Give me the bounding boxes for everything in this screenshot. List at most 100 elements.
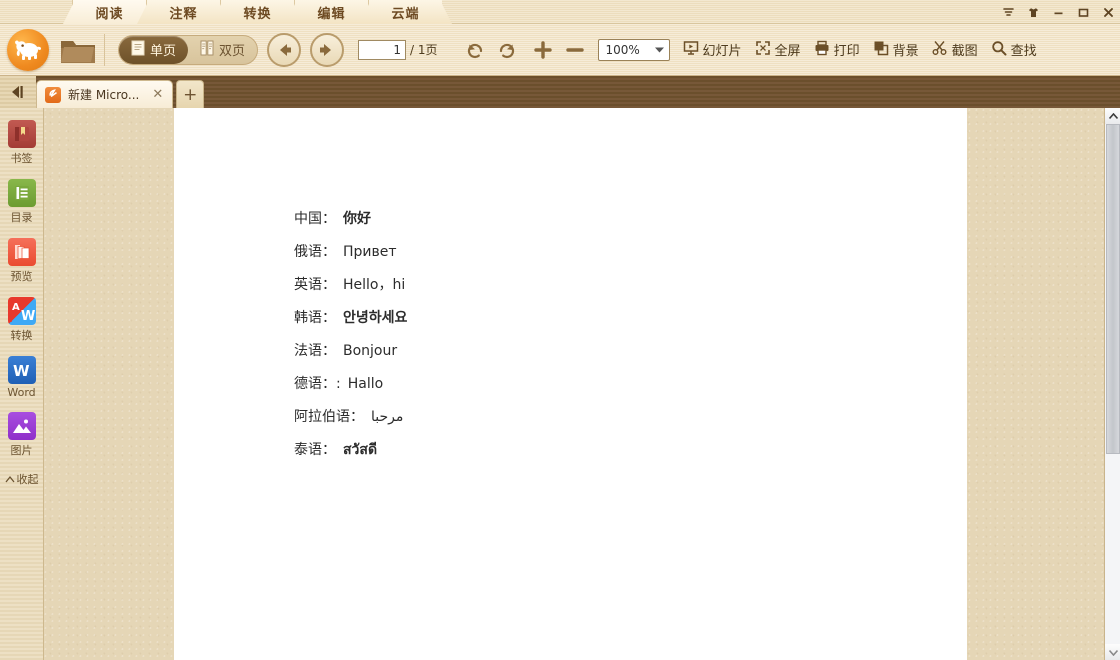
print-icon [814, 40, 830, 60]
doc-line-value: مرحبا [371, 409, 403, 425]
sidebar-item-convert-label: 转换 [11, 327, 33, 343]
screenshot-button[interactable]: 截图 [932, 40, 978, 60]
view-mode-single-page[interactable]: 单页 [119, 36, 188, 64]
main-tab-edit[interactable]: 编辑 [294, 0, 368, 24]
sidebar-item-image[interactable]: 图片 [0, 412, 43, 458]
doc-line-label: 韩语： [294, 307, 336, 327]
main-tab-convert-label: 转换 [243, 3, 271, 22]
window-controls [1000, 2, 1116, 22]
sidebar-item-preview-label: 预览 [11, 268, 33, 284]
sidebar-item-image-label: 图片 [11, 442, 33, 458]
open-file-button[interactable] [59, 34, 97, 66]
print-button[interactable]: 打印 [814, 40, 860, 60]
main-tab-read[interactable]: 阅读 [72, 0, 146, 24]
doc-line-label: 英语： [294, 274, 336, 294]
page-total-label: / 1页 [410, 41, 438, 58]
maximize-button[interactable] [1075, 4, 1091, 20]
doc-line-label: 俄语： [294, 241, 336, 261]
doc-line: 英语： Hello，hi [294, 274, 407, 294]
print-label: 打印 [834, 40, 860, 59]
page-view-mode-group: 单页 双页 [118, 35, 258, 65]
bookmark-icon [8, 120, 36, 148]
next-page-button[interactable] [310, 33, 344, 67]
zoom-out-icon[interactable] [562, 37, 588, 63]
fullscreen-button[interactable]: 全屏 [755, 40, 801, 60]
double-page-icon [200, 40, 214, 60]
chevron-down-icon [654, 46, 665, 54]
sidebar-item-bookmark-label: 书签 [11, 150, 33, 166]
sidebar-item-contents[interactable]: 目录 [0, 179, 43, 225]
convert-icon: AW [8, 297, 36, 325]
image-icon [8, 412, 36, 440]
close-button[interactable] [1100, 4, 1116, 20]
main-tab-annotate[interactable]: 注释 [146, 0, 220, 24]
doc-line-label: 法语： [294, 340, 336, 360]
view-mode-single-label: 单页 [150, 40, 176, 59]
zoom-in-icon[interactable] [530, 37, 556, 63]
scrollbar-thumb[interactable] [1106, 124, 1120, 454]
preview-icon [8, 238, 36, 266]
main-tab-cloud-label: 云端 [391, 3, 419, 22]
single-page-icon [131, 40, 145, 60]
doc-line-label: 阿拉伯语： [294, 406, 364, 426]
main-tab-cloud[interactable]: 云端 [368, 0, 442, 24]
scissors-icon [932, 40, 948, 60]
tab-scroll-back-button[interactable] [0, 76, 36, 108]
document-viewport[interactable]: 中国： 你好 俄语： Привет 英语： Hello，hi 韩语： 안녕하세요… [44, 108, 1104, 660]
document-page: 中国： 你好 俄语： Привет 英语： Hello，hi 韩语： 안녕하세요… [174, 108, 967, 660]
sidebar-collapse-button[interactable]: 收起 [0, 471, 43, 487]
background-button[interactable]: 背景 [873, 40, 919, 60]
doc-line: 中国： 你好 [294, 208, 407, 228]
document-tab[interactable]: 新建 Micro... ✕ [36, 80, 173, 108]
main-tab-read-label: 阅读 [95, 3, 123, 22]
application-window: 阅读 注释 转换 编辑 云端 [0, 0, 1120, 660]
word-icon: W [8, 356, 36, 384]
slideshow-button[interactable]: 幻灯片 [683, 40, 742, 60]
scroll-up-button[interactable] [1105, 108, 1120, 124]
doc-line-value: Hello，hi [343, 274, 405, 294]
find-label: 查找 [1011, 40, 1037, 59]
new-tab-button[interactable]: + [176, 80, 204, 108]
doc-line-value: 你好 [343, 208, 371, 228]
doc-line-label: 中国： [294, 208, 336, 228]
rotate-left-icon[interactable] [462, 37, 488, 63]
zoom-level-dropdown[interactable]: 100% [598, 39, 670, 61]
fullscreen-label: 全屏 [775, 40, 801, 59]
doc-line-value: Bonjour [343, 343, 397, 359]
sidebar-item-preview[interactable]: 预览 [0, 238, 43, 284]
doc-line-value: สวัสดี [343, 439, 377, 461]
rotate-right-icon[interactable] [494, 37, 520, 63]
find-button[interactable]: 查找 [991, 40, 1037, 60]
zoom-level-value: 100% [606, 43, 640, 57]
vertical-scrollbar[interactable] [1104, 108, 1120, 660]
pdf-file-icon [45, 87, 61, 103]
scroll-down-button[interactable] [1105, 644, 1120, 660]
prev-page-button[interactable] [267, 33, 301, 67]
toolbar-divider-1 [104, 34, 105, 66]
doc-line-label: 泰语： [294, 439, 336, 459]
close-icon[interactable]: ✕ [152, 87, 163, 102]
slideshow-icon [683, 40, 699, 60]
sidebar-collapse-label: 收起 [17, 471, 39, 487]
minimize-button[interactable] [1050, 4, 1066, 20]
view-mode-double-page[interactable]: 双页 [188, 36, 257, 64]
main-tab-convert[interactable]: 转换 [220, 0, 294, 24]
chevron-up-icon [5, 475, 15, 484]
document-tab-bar: 新建 Micro... ✕ + [0, 76, 1120, 108]
sidebar-item-contents-label: 目录 [11, 209, 33, 225]
sidebar-item-word[interactable]: W Word [0, 356, 43, 399]
background-label: 背景 [893, 40, 919, 59]
skin-shirt-icon[interactable] [1025, 4, 1041, 20]
doc-line-value: 안녕하세요 [343, 307, 407, 327]
slideshow-label: 幻灯片 [703, 40, 742, 59]
doc-line-value: Hallo [348, 376, 383, 392]
sidebar-item-bookmark[interactable]: 书签 [0, 120, 43, 166]
main-toolbar: 单页 双页 / 1页 [0, 24, 1120, 76]
doc-line: 阿拉伯语： مرحبا [294, 406, 407, 426]
doc-line-value: Привет [343, 244, 397, 260]
sidebar-item-convert[interactable]: AW 转换 [0, 297, 43, 343]
elephant-logo-icon[interactable] [7, 29, 49, 71]
page-number-input[interactable] [358, 40, 406, 60]
chevron-down-icon[interactable] [1000, 4, 1016, 20]
doc-line: 德语：: Hallo [294, 373, 407, 393]
